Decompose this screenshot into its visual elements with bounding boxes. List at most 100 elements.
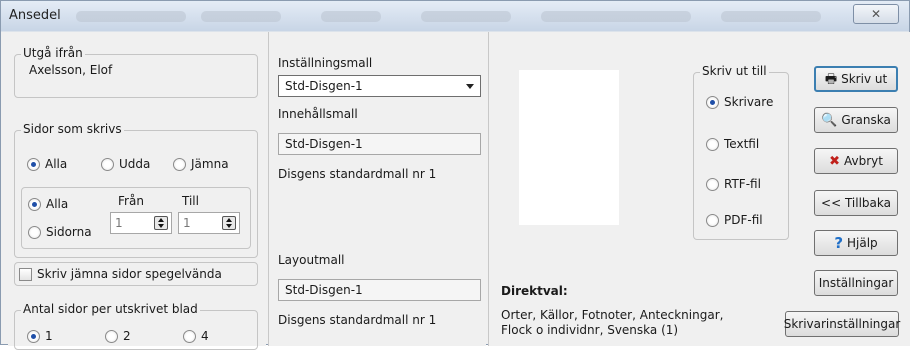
direktval-label: Direktval: xyxy=(501,284,568,298)
output-group: Skriv ut till Skrivare Textfil RTF-fil P… xyxy=(693,64,789,240)
radio-skrivare-label: Skrivare xyxy=(724,95,774,109)
from-spin-button[interactable] xyxy=(154,216,168,230)
output-label: Skriv ut till xyxy=(700,64,769,78)
from-label: Från xyxy=(118,194,144,208)
spegel-checkbox[interactable]: Skriv jämna sidor spegelvända xyxy=(19,267,222,281)
radio-antal-1[interactable]: 1 xyxy=(27,329,53,343)
sidor-label: Sidor som skrivs xyxy=(21,122,124,136)
radio-range-alla-indicator[interactable] xyxy=(28,197,41,211)
question-icon: ? xyxy=(834,233,844,252)
title-blur xyxy=(76,11,186,22)
preview-button[interactable]: 🔍 Granska xyxy=(814,107,898,133)
radio-alla-label: Alla xyxy=(45,157,68,171)
radio-alla-indicator[interactable] xyxy=(27,157,40,171)
printer-settings-button[interactable]: Skrivarinställningar xyxy=(783,311,901,337)
to-stepper[interactable]: 1 xyxy=(178,212,240,234)
close-icon: ✖ xyxy=(829,153,840,169)
help-button[interactable]: ? Hjälp xyxy=(814,230,898,256)
radio-range-alla[interactable]: Alla xyxy=(28,197,68,211)
settings-button-label: Inställningar xyxy=(818,276,894,290)
template-panel: Inställningsmall Std-Disgen-1 Innehållsm… xyxy=(268,32,486,346)
to-spin-button[interactable] xyxy=(222,216,236,230)
page-options-panel: Utgå ifrån Axelsson, Elof Sidor som skri… xyxy=(8,32,266,350)
settings-button[interactable]: Inställningar xyxy=(814,270,898,296)
radio-udda[interactable]: Udda xyxy=(101,157,150,171)
window-title: Ansedel xyxy=(9,8,61,23)
innehall-label: Innehållsmall xyxy=(278,107,358,121)
printer-settings-button-label: Skrivarinställningar xyxy=(783,317,901,331)
back-button-label: << Tillbaka xyxy=(821,196,891,210)
radio-antal-4-label: 4 xyxy=(201,329,209,343)
utga-label: Utgå ifrån xyxy=(21,46,85,60)
dialog-window: Ansedel ✕ Utgå ifrån Axelsson, Elof Sido… xyxy=(0,0,910,350)
radio-udda-label: Udda xyxy=(119,157,151,171)
title-bar[interactable]: Ansedel ✕ xyxy=(1,1,909,31)
title-blur xyxy=(541,11,691,22)
radio-antal-2-label: 2 xyxy=(123,329,131,343)
radio-sidorna-label: Sidorna xyxy=(46,225,92,239)
sidor-group: Sidor som skrivs Alla Udda Jämna Alla Si… xyxy=(14,122,258,258)
radio-jamna[interactable]: Jämna xyxy=(173,157,229,171)
print-button[interactable]: 🖶 Skriv ut xyxy=(814,66,898,92)
radio-antal-2[interactable]: 2 xyxy=(105,329,131,343)
installning-select[interactable]: Std-Disgen-1 xyxy=(278,75,481,97)
radio-antal-4[interactable]: 4 xyxy=(183,329,209,343)
cancel-button[interactable]: ✖ Avbryt xyxy=(814,148,898,174)
range-group: Alla Sidorna Från Till 1 1 xyxy=(21,187,251,249)
radio-skrivare[interactable]: Skrivare xyxy=(706,95,773,109)
magnifier-page-icon: 🔍 xyxy=(821,112,838,128)
utga-group: Utgå ifrån Axelsson, Elof xyxy=(14,46,258,98)
title-blur xyxy=(721,11,821,22)
radio-jamna-label: Jämna xyxy=(191,157,229,171)
help-button-label: Hjälp xyxy=(847,236,878,250)
print-button-label: Skriv ut xyxy=(841,72,888,86)
innehall-field: Std-Disgen-1 xyxy=(278,133,481,155)
radio-sidorna-indicator[interactable] xyxy=(28,225,41,239)
radio-jamna-indicator[interactable] xyxy=(173,157,186,171)
spegel-row: Skriv jämna sidor spegelvända xyxy=(14,262,258,286)
close-button[interactable]: ✕ xyxy=(853,4,899,24)
radio-rtf-indicator[interactable] xyxy=(706,177,719,191)
radio-textfil[interactable]: Textfil xyxy=(706,137,759,151)
printer-icon: 🖶 xyxy=(824,71,838,87)
antal-label: Antal sidor per utskrivet blad xyxy=(21,302,200,316)
utga-value: Axelsson, Elof xyxy=(29,63,113,77)
page-preview xyxy=(519,70,619,225)
from-stepper[interactable]: 1 xyxy=(110,212,172,234)
radio-antal-1-indicator[interactable] xyxy=(27,329,40,343)
radio-rtf[interactable]: RTF-fil xyxy=(706,177,761,191)
layout-desc: Disgens standardmall nr 1 xyxy=(278,313,437,327)
layout-label: Layoutmall xyxy=(278,253,345,267)
from-value: 1 xyxy=(115,216,123,230)
radio-udda-indicator[interactable] xyxy=(101,157,114,171)
radio-antal-4-indicator[interactable] xyxy=(183,329,196,343)
radio-antal-2-indicator[interactable] xyxy=(105,329,118,343)
radio-alla[interactable]: Alla xyxy=(27,157,67,171)
radio-sidorna[interactable]: Sidorna xyxy=(28,225,92,239)
radio-pdf[interactable]: PDF-fil xyxy=(706,213,763,227)
title-blur xyxy=(321,11,381,22)
installning-label: Inställningsmall xyxy=(278,56,373,70)
direktval-line2: Flock o individnr, Svenska (1) xyxy=(501,323,679,337)
radio-skrivare-indicator[interactable] xyxy=(706,95,719,109)
radio-textfil-label: Textfil xyxy=(724,137,760,151)
spegel-label: Skriv jämna sidor spegelvända xyxy=(37,267,222,281)
title-blur xyxy=(201,11,281,22)
output-panel: Skriv ut till Skrivare Textfil RTF-fil P… xyxy=(488,32,910,346)
to-label: Till xyxy=(182,194,199,208)
radio-pdf-indicator[interactable] xyxy=(706,213,719,227)
back-button[interactable]: << Tillbaka xyxy=(814,190,898,216)
spegel-checkbox-box[interactable] xyxy=(19,267,32,281)
to-value: 1 xyxy=(183,216,191,230)
antal-group: Antal sidor per utskrivet blad 1 2 4 xyxy=(14,302,258,350)
radio-antal-1-label: 1 xyxy=(45,329,53,343)
radio-range-alla-label: Alla xyxy=(46,197,69,211)
radio-pdf-label: PDF-fil xyxy=(724,213,763,227)
title-blur xyxy=(421,11,511,22)
radio-textfil-indicator[interactable] xyxy=(706,137,719,151)
installning-value: Std-Disgen-1 xyxy=(285,79,363,93)
layout-field: Std-Disgen-1 xyxy=(278,279,481,301)
preview-button-label: Granska xyxy=(841,113,891,127)
chevron-down-icon[interactable] xyxy=(466,84,474,89)
cancel-button-label: Avbryt xyxy=(843,154,883,168)
